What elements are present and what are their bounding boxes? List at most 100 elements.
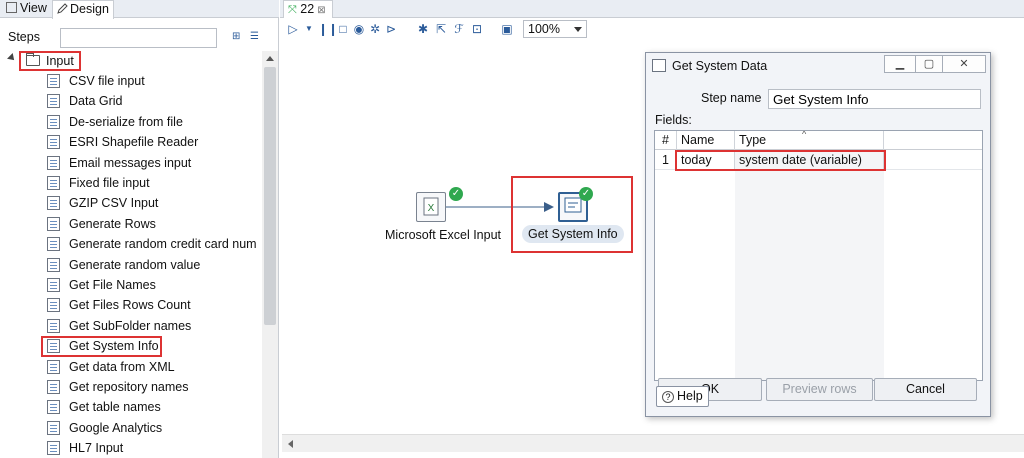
maximize-icon[interactable]: ▢ — [915, 55, 943, 73]
collapse-all-icon[interactable]: ☰ — [250, 31, 264, 44]
get-system-data-dialog: Get System Data ▁ ▢ ✕ Step name Fields: … — [645, 52, 991, 417]
step-icon — [47, 380, 60, 394]
map-pin-icon — [47, 135, 60, 149]
tree-item[interactable]: Data Grid — [0, 91, 262, 111]
debug-icon[interactable]: ✲ — [368, 22, 382, 36]
run-options-icon[interactable]: ▼ — [302, 22, 316, 36]
step-icon — [47, 196, 60, 210]
steps-label: Steps — [8, 30, 40, 44]
step-name-input[interactable] — [768, 89, 981, 109]
step-icon — [47, 74, 60, 88]
pause-icon[interactable]: ❙❙ — [318, 22, 338, 36]
help-icon: ? — [662, 391, 674, 403]
help-button[interactable]: ? Help — [656, 386, 709, 407]
scroll-left-icon[interactable] — [288, 440, 293, 448]
column-header-name[interactable]: Name — [677, 131, 735, 150]
tab-design[interactable]: Design — [52, 0, 114, 19]
stop-icon[interactable]: □ — [336, 22, 350, 36]
step-icon — [47, 298, 60, 312]
tree-item-label: Get table names — [69, 400, 161, 414]
tab-transformation[interactable]: ⤧ 22 ⊠ — [283, 0, 333, 18]
system-info-step-label: Get System Info — [522, 225, 624, 243]
view-icon — [6, 2, 17, 13]
canvas-hscrollbar[interactable] — [282, 434, 1024, 452]
step-icon — [47, 115, 60, 129]
replay-icon[interactable]: ⊳ — [384, 22, 398, 36]
excel-input-step[interactable]: X — [416, 192, 446, 222]
tree-item[interactable]: Generate random value — [0, 255, 262, 275]
tree-item[interactable]: Get repository names — [0, 377, 262, 397]
table-icon — [47, 400, 60, 414]
expand-all-icon[interactable]: ⊞ — [232, 31, 246, 44]
close-icon[interactable]: ✕ — [942, 55, 986, 73]
tree-item-label: De-serialize from file — [69, 115, 183, 129]
tree-item-label: Data Grid — [69, 94, 123, 108]
success-check-icon: ✓ — [579, 187, 593, 201]
grid-toggle-icon[interactable]: ▣ — [500, 22, 514, 36]
xml-icon — [47, 360, 60, 374]
folder-tree-icon — [47, 319, 60, 333]
tree-item[interactable]: Get Files Rows Count — [0, 295, 262, 315]
tree-item[interactable]: Get SubFolder names — [0, 316, 262, 336]
zoom-select[interactable]: 100% — [523, 20, 587, 38]
tree-item[interactable]: Generate Rows — [0, 214, 262, 234]
tree-scrollbar[interactable] — [262, 51, 278, 458]
hl7-icon — [47, 441, 60, 455]
cancel-button[interactable]: Cancel — [874, 378, 977, 401]
tree-item-label: Google Analytics — [69, 421, 163, 435]
expand-arrow-icon[interactable] — [7, 53, 17, 63]
tree-item[interactable]: Google Analytics — [0, 418, 262, 438]
highlight-box — [675, 150, 886, 171]
explore-db-icon[interactable]: ⊡ — [470, 22, 484, 36]
tree-item-label: Email messages input — [69, 156, 192, 170]
close-icon[interactable]: ⊠ — [317, 5, 325, 16]
tree-item[interactable]: Get data from XML — [0, 357, 262, 377]
tree-item[interactable]: Generate random credit card num — [0, 234, 262, 254]
steps-filter-input[interactable] — [60, 28, 217, 48]
steps-panel: View Design Steps ⊞ ☰ Input CSV file inp… — [0, 0, 279, 458]
preview-icon[interactable]: ◉ — [352, 22, 366, 36]
tab-design-label: Design — [70, 2, 109, 16]
highlight-box — [41, 336, 162, 357]
scroll-thumb[interactable] — [264, 67, 276, 325]
svg-text:X: X — [428, 203, 435, 214]
left-tab-bar: View Design — [0, 0, 279, 19]
verify-icon[interactable]: ✱ — [416, 22, 430, 36]
sort-asc-icon: ^ — [802, 130, 807, 139]
tree-item[interactable]: Get File Names — [0, 275, 262, 295]
toolbar: ▷ ▼ ❙❙ □ ◉ ✲ ⊳ ✱ ⇱ ℱ ⊡ ▣ 100% — [280, 19, 1024, 41]
scroll-up-icon[interactable] — [266, 56, 274, 61]
fields-table[interactable]: # Name Type ^ 1 today system date (varia… — [654, 130, 983, 381]
tree-item[interactable]: Email messages input — [0, 153, 262, 173]
column-header-type[interactable]: Type — [735, 131, 884, 150]
sql-icon[interactable]: ℱ — [452, 22, 466, 36]
table-header: # Name Type ^ — [655, 130, 982, 150]
tree-item-label: Generate Rows — [69, 217, 156, 231]
tree-item[interactable]: ESRI Shapefile Reader — [0, 132, 262, 152]
tree-item[interactable]: HL7 Input — [0, 438, 262, 458]
tab-view[interactable]: View — [2, 0, 51, 18]
success-check-icon: ✓ — [449, 187, 463, 201]
tree-item[interactable]: Fixed file input — [0, 173, 262, 193]
column-header-num[interactable]: # — [655, 131, 677, 150]
step-name-label: Step name — [701, 91, 762, 105]
tree-item[interactable]: De-serialize from file — [0, 112, 262, 132]
grid-icon — [47, 94, 60, 108]
help-label: Help — [677, 389, 703, 403]
tree-item[interactable]: CSV file input — [0, 71, 262, 91]
steps-tree: Input CSV file input Data Grid De-serial… — [0, 51, 262, 458]
tree-item-label: Get data from XML — [69, 360, 175, 374]
impact-icon[interactable]: ⇱ — [434, 22, 448, 36]
dialog-titlebar[interactable]: Get System Data ▁ ▢ ✕ — [646, 53, 990, 77]
tree-item[interactable]: GZIP CSV Input — [0, 193, 262, 213]
run-icon[interactable]: ▷ — [286, 22, 300, 36]
credit-card-icon — [47, 237, 60, 251]
pencil-icon — [57, 3, 68, 14]
app-window: View Design Steps ⊞ ☰ Input CSV file inp… — [0, 0, 1024, 458]
tree-item[interactable]: Get table names — [0, 397, 262, 417]
editor-tab-bar: ⤧ 22 ⊠ — [280, 0, 1024, 18]
tree-item-label: CSV file input — [69, 74, 145, 88]
preview-rows-button[interactable]: Preview rows — [766, 378, 873, 401]
minimize-icon[interactable]: ▁ — [884, 55, 916, 73]
tree-item-label: GZIP CSV Input — [69, 196, 159, 210]
